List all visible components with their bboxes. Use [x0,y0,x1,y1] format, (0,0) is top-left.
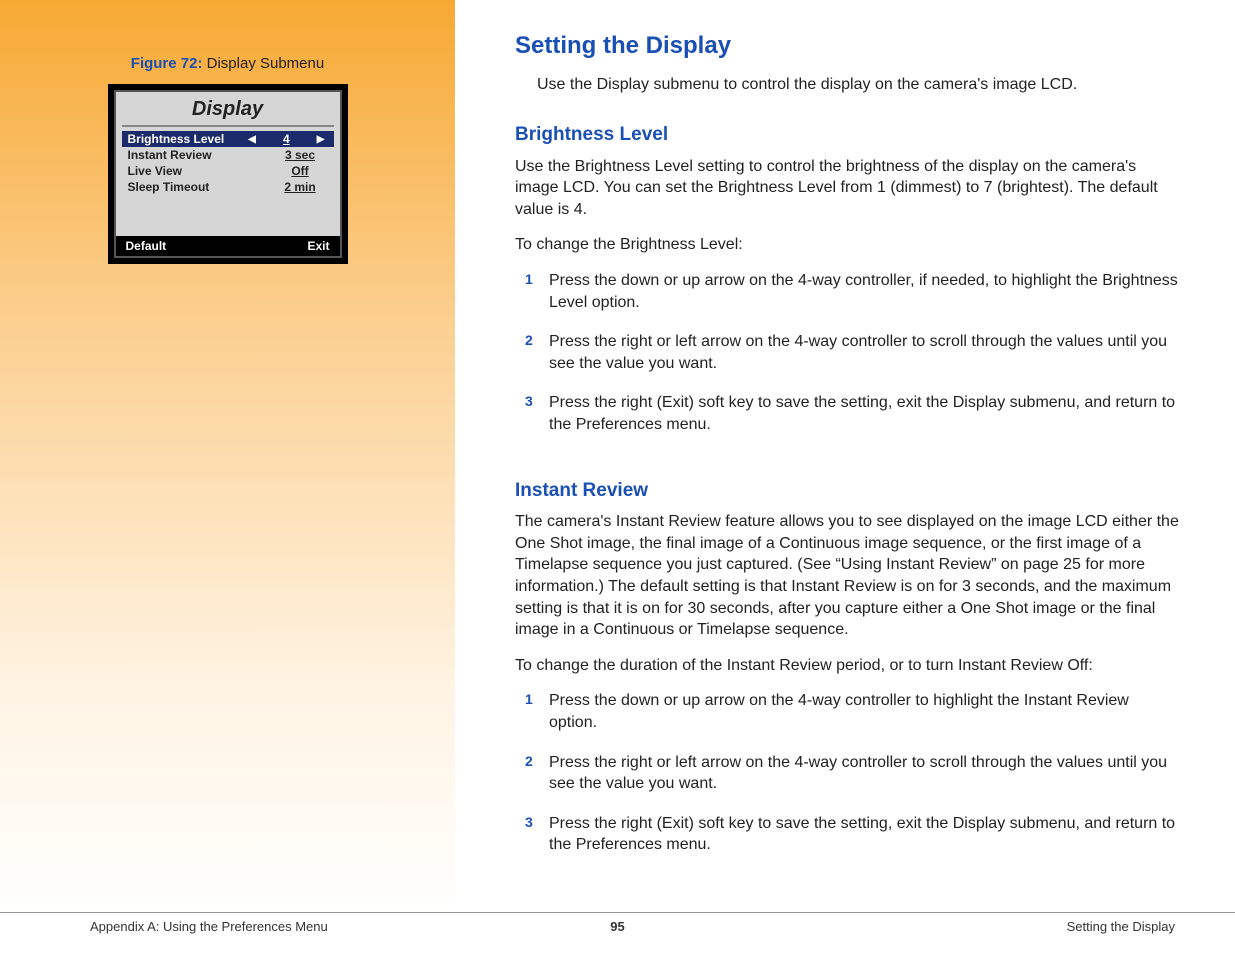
step-number: 2 [525,331,533,350]
heading-instant-review: Instant Review [515,478,1180,504]
step-text: Press the right (Exit) soft key to save … [549,394,1175,433]
step-number: 1 [525,270,533,289]
step-number: 3 [525,813,533,832]
page: Figure 72: Display Submenu Display Brigh… [0,0,1235,912]
arrow-left-icon: ◀ [245,134,259,145]
instant-review-steps: 1 Press the down or up arrow on the 4-way… [515,690,1180,856]
lcd-row-live-view: Live View Off [116,163,340,179]
step-item: 2 Press the right or left arrow on the 4-… [525,331,1180,374]
heading-brightness-level: Brightness Level [515,122,1180,148]
figure-number: Figure 72: [131,55,203,72]
step-number: 3 [525,392,533,411]
sidebar: Figure 72: Display Submenu Display Brigh… [0,0,455,912]
figure-title: Display Submenu [202,55,324,72]
lcd-row-value: 4 [259,132,314,146]
lcd-row-label: Instant Review [128,148,273,162]
step-item: 3 Press the right (Exit) soft key to save… [525,813,1180,856]
step-text: Press the right or left arrow on the 4-w… [549,333,1167,372]
step-item: 1 Press the down or up arrow on the 4-way… [525,270,1180,313]
intro-paragraph: Use the Display submenu to control the d… [515,74,1180,96]
lcd-row-label: Live View [128,164,273,178]
step-item: 3 Press the right (Exit) soft key to save… [525,392,1180,435]
softkey-exit: Exit [307,239,329,253]
divider [122,125,334,127]
lcd-row-sleep-timeout: Sleep Timeout 2 min [116,179,340,195]
lcd-screenshot: Display Brightness Level ◀ 4 ▶ Instant R… [108,84,348,264]
step-item: 1 Press the down or up arrow on the 4-way… [525,690,1180,733]
step-text: Press the right (Exit) soft key to save … [549,815,1175,854]
lcd-footer: Default Exit [116,236,340,256]
content: Setting the Display Use the Display subm… [455,0,1235,912]
brightness-paragraph-1: Use the Brightness Level setting to cont… [515,156,1180,221]
lcd-row-brightness: Brightness Level ◀ 4 ▶ [122,131,334,147]
brightness-paragraph-2: To change the Brightness Level: [515,234,1180,256]
step-text: Press the right or left arrow on the 4-w… [549,754,1167,793]
figure-caption: Figure 72: Display Submenu [40,55,415,72]
lcd-row-label: Sleep Timeout [128,180,273,194]
lcd-row-label: Brightness Level [128,132,246,146]
lcd-row-instant-review: Instant Review 3 sec [116,147,340,163]
step-number: 2 [525,752,533,771]
lcd-row-value: 3 sec [273,148,328,162]
step-text: Press the down or up arrow on the 4-way … [549,272,1178,311]
arrow-right-icon: ▶ [314,134,328,145]
heading-setting-display: Setting the Display [515,30,1180,62]
lcd-row-value: Off [273,164,328,178]
instant-review-paragraph-2: To change the duration of the Instant Re… [515,655,1180,677]
lcd-row-value: 2 min [273,180,328,194]
lcd-title: Display [116,92,340,125]
lcd-inner: Display Brightness Level ◀ 4 ▶ Instant R… [114,90,342,258]
footer-right: Setting the Display [1067,919,1175,934]
softkey-default: Default [126,239,167,253]
footer-left: Appendix A: Using the Preferences Menu [90,919,328,934]
value-wrap: ◀ 4 ▶ [245,132,327,146]
page-footer: Appendix A: Using the Preferences Menu 9… [0,912,1235,934]
brightness-steps: 1 Press the down or up arrow on the 4-way… [515,270,1180,436]
step-number: 1 [525,690,533,709]
footer-wrap: Appendix A: Using the Preferences Menu 9… [0,912,1235,934]
page-number: 95 [610,919,624,934]
step-text: Press the down or up arrow on the 4-way … [549,692,1129,731]
step-item: 2 Press the right or left arrow on the 4-… [525,752,1180,795]
instant-review-paragraph-1: The camera's Instant Review feature allo… [515,511,1180,641]
